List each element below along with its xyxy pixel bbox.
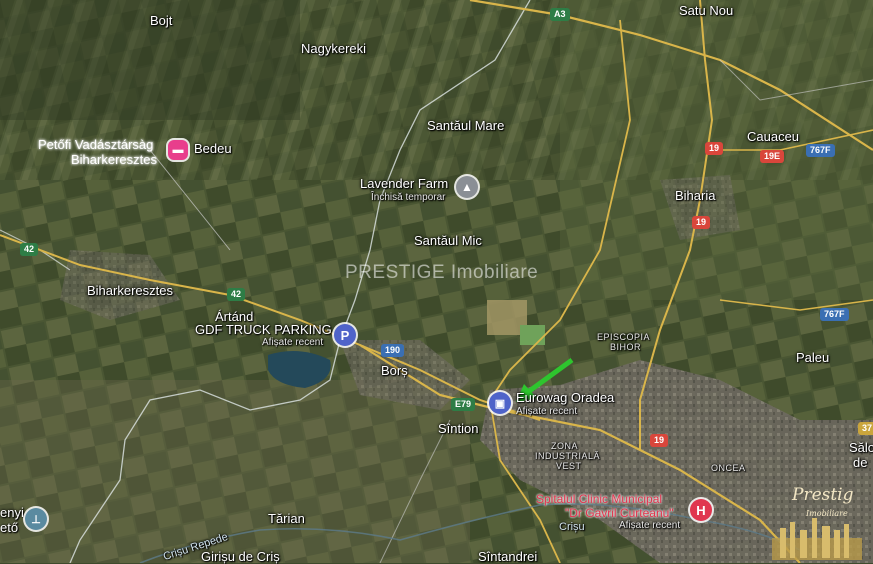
label-salo-2: de: [853, 455, 868, 470]
label-santaul-mare: Santăul Mare: [427, 118, 505, 133]
road-shield-19-a: 19: [705, 142, 724, 155]
label-satu-nou: Satu Nou: [679, 3, 734, 18]
label-enyi-2: ető: [0, 520, 19, 535]
svg-text:Prestig: Prestig: [791, 485, 854, 505]
label-paleu: Paleu: [796, 350, 830, 365]
label-crisu: Crișu: [559, 521, 585, 533]
label-gdf-recent: Afișate recent: [262, 337, 324, 348]
label-lavender-farm[interactable]: Lavender Farm: [360, 177, 448, 191]
label-bojt: Bojt: [150, 13, 173, 28]
label-santaul-mic: Santăul Mic: [414, 233, 482, 248]
road-shield-767f-a: 767F: [806, 144, 835, 157]
field-patch-2: [520, 325, 545, 345]
prestige-logo: Prestig Imobiliare: [772, 485, 862, 560]
road-shield-190: 190: [381, 344, 405, 357]
svg-text:Imobiliare: Imobiliare: [805, 509, 848, 518]
parking-icon[interactable]: P: [334, 324, 356, 346]
road-shield-42-a: 42: [20, 243, 39, 256]
label-sintion: Sîntion: [438, 421, 479, 436]
terrain-southwest: [0, 380, 470, 563]
label-petofi-1[interactable]: Petőfi Vadásztársàg: [38, 138, 153, 152]
label-salo-1: Sălo: [849, 440, 873, 455]
hospital-icon[interactable]: H: [690, 499, 712, 521]
label-biharia: Biharia: [675, 188, 716, 203]
road-shield-37: 37: [858, 422, 873, 435]
label-episcopia-2: BIHOR: [610, 342, 642, 352]
label-nagykereki: Nagykereki: [301, 41, 367, 56]
label-eurowag-oradea[interactable]: Eurowag Oradea: [516, 391, 614, 405]
hotel-icon[interactable]: ▬: [168, 140, 188, 160]
road-shield-19-c: 19: [650, 434, 669, 447]
label-biharkeresztes: Biharkeresztes: [87, 283, 173, 298]
label-tarian: Tărian: [268, 511, 305, 526]
label-sintandrei: Sîntandrei: [478, 549, 538, 564]
label-lavender-status: Închisă temporar: [371, 192, 446, 203]
label-spitalul-1[interactable]: Spitalul Clinic Municipal: [536, 492, 662, 506]
label-cauaceu: Cauaceu: [747, 129, 800, 144]
road-shield-767f-b: 767F: [820, 308, 849, 321]
label-spitalul-recent: Afișate recent: [619, 520, 681, 531]
label-bors: Borș: [381, 363, 408, 378]
label-enyi-1: enyi: [0, 505, 24, 520]
landmark-icon[interactable]: ⊥: [25, 508, 47, 530]
fuel-icon[interactable]: ▣: [489, 392, 511, 414]
label-spitalul-2[interactable]: "Dr Gavril Curteanu": [565, 506, 674, 520]
label-gdf-truck-parking[interactable]: GDF TRUCK PARKING: [195, 323, 332, 337]
watermark: PRESTIGE Imobiliare: [345, 262, 539, 283]
label-zona-3: VEST: [556, 461, 582, 471]
label-petofi-2[interactable]: Biharkeresztes: [71, 153, 157, 167]
road-shield-19e: 19E: [760, 150, 785, 163]
label-girisu-de-cris: Girișu de Criș: [201, 549, 280, 564]
road-shield-19-b: 19: [692, 216, 711, 229]
label-bedeu: Bedeu: [194, 141, 232, 156]
road-shield-a3: A3: [550, 8, 570, 21]
label-eurowag-recent: Afișate recent: [516, 406, 578, 417]
road-shield-42-b: 42: [227, 288, 246, 301]
road-shield-e79: E79: [451, 398, 476, 411]
label-oncea: ONCEA: [711, 463, 746, 473]
tree-icon[interactable]: ▲: [456, 176, 478, 198]
